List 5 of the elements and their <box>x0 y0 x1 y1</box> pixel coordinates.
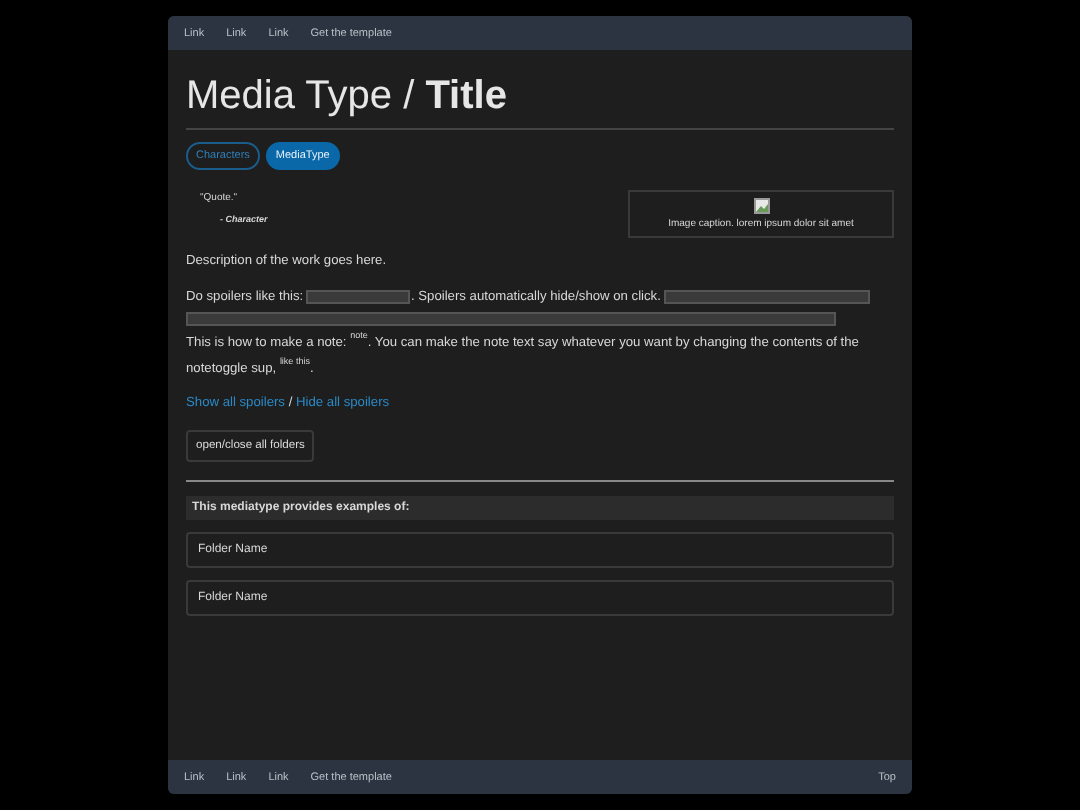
spoiler-block[interactable] <box>186 311 836 326</box>
broken-image-icon <box>753 198 769 214</box>
spoiler-block[interactable] <box>306 289 411 304</box>
spoiler-block[interactable] <box>664 289 871 304</box>
page-title: Media Type / Title <box>186 74 507 118</box>
